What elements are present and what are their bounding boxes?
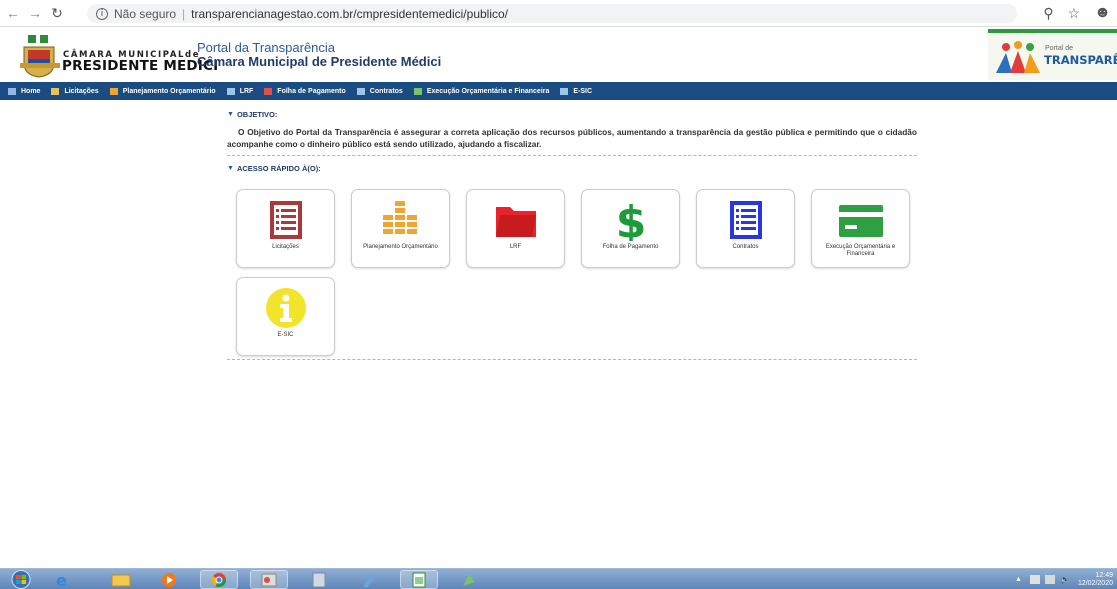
nav-item-icon	[413, 87, 422, 95]
transparency-logo-big: TRANSPARÊNCIA	[1044, 53, 1117, 67]
nav-item-icon	[226, 87, 235, 95]
quick-access-heading-text: ACESSO RÁPIDO À(O):	[236, 164, 321, 173]
nav-item-icon	[356, 87, 365, 95]
tile-label: LRF	[509, 244, 522, 250]
svg-text:e: e	[56, 572, 67, 588]
nav-item-home[interactable]: Home	[8, 87, 41, 95]
nav-item-label: Execução Orçamentária e Financeira	[426, 87, 550, 95]
windows-taskbar: e ▲ 🔈 12:49 12/02/2020	[0, 568, 1117, 589]
info-icon[interactable]: i	[96, 7, 108, 20]
tray-arrow-icon[interactable]: ▲	[1015, 576, 1022, 583]
tile-label: Planejamento Orçamentário	[363, 244, 438, 250]
transparency-logo[interactable]: Portal de TRANSPARÊNCIA	[988, 29, 1117, 80]
quick-access-heading: ▼ ACESSO RÁPIDO À(O):	[227, 164, 917, 173]
security-label: Não seguro	[114, 6, 177, 21]
nav-item-label: Licitações	[64, 87, 99, 95]
nav-item-execu-o-or-ament-ria-e-financeira[interactable]: Execução Orçamentária e Financeira	[413, 87, 550, 95]
nav-item-icon	[109, 87, 118, 95]
paint-icon[interactable]	[250, 570, 288, 589]
nav-item-label: Planejamento Orçamentário	[122, 87, 216, 95]
divider	[227, 359, 917, 360]
notepad-icon[interactable]	[350, 570, 388, 589]
tile-planejamento-orcamentario[interactable]: Planejamento Orçamentário	[351, 189, 450, 268]
crest-logo-icon[interactable]	[18, 33, 62, 79]
nav-item-licita-es[interactable]: Licitações	[51, 87, 99, 95]
display-icon[interactable]	[1044, 575, 1055, 584]
nav-item-icon	[264, 87, 273, 95]
divider	[227, 155, 917, 156]
tile-label: Folha de Pagamento	[602, 244, 659, 250]
nav-item-lrf[interactable]: LRF	[226, 87, 254, 95]
start-button-icon[interactable]	[8, 570, 34, 589]
nav-item-icon	[8, 87, 16, 95]
spreadsheet-icon[interactable]	[400, 570, 438, 589]
transparency-logo-small: Portal de	[1045, 45, 1074, 52]
dollar-icon: $	[609, 197, 653, 248]
tile-execucao-orcamentaria-e-financeira[interactable]: Execução Orçamentária e Financeira	[811, 189, 910, 268]
folder-icon	[494, 199, 538, 246]
url-text: transparencianagestao.com.br/cmpresident…	[191, 6, 509, 21]
caret-down-icon: ▼	[227, 111, 234, 118]
nav-item-planejamento-or-ament-rio[interactable]: Planejamento Orçamentário	[109, 87, 216, 95]
forward-arrow-icon[interactable]: →	[26, 4, 44, 22]
site-header: CÂMARA MUNICIPALde PRESIDENTE MEDICI Por…	[0, 27, 1117, 82]
tile-e-sic[interactable]: E-SIC	[236, 277, 335, 356]
clock-date: 12/02/2020	[1077, 579, 1113, 587]
media-player-icon[interactable]	[150, 570, 188, 589]
system-tray: ▲ 🔈 12:49 12/02/2020	[1015, 569, 1117, 589]
browser-toolbar: ← → ↻ i Não seguro | transparencianagest…	[0, 0, 1117, 27]
nav-item-e-sic[interactable]: E-SIC	[560, 87, 593, 95]
tile-contratos[interactable]: Contratos	[696, 189, 795, 268]
tile-label: Execução Orçamentária e Financeira	[825, 244, 896, 257]
tile-label: Licitações	[272, 244, 299, 250]
info-icon	[264, 287, 308, 334]
caret-down-icon: ▼	[227, 165, 234, 172]
tile-label: E-SIC	[277, 332, 294, 338]
tile-licitacoes[interactable]: Licitações	[236, 189, 335, 268]
ie-icon[interactable]: e	[44, 570, 82, 589]
reload-icon[interactable]: ↻	[48, 4, 66, 22]
tile-label: Contratos	[732, 244, 759, 250]
list-icon	[264, 199, 308, 246]
address-separator: |	[182, 6, 186, 21]
objective-text: O Objetivo do Portal da Transparência é …	[227, 127, 917, 149]
nav-item-icon	[51, 87, 60, 95]
clock-time: 12:49	[1095, 571, 1113, 579]
address-bar[interactable]: i Não seguro | transparencianagestao.com…	[87, 4, 1017, 23]
back-arrow-icon[interactable]: ←	[4, 4, 22, 22]
nav-item-label: LRF	[239, 87, 254, 95]
portal-subtitle: Câmara Municipal de Presidente Médici	[197, 54, 442, 69]
portal-title[interactable]: Portal da Transparência	[197, 40, 335, 55]
logo-line-2: PRESIDENTE MEDICI	[62, 58, 219, 74]
nav-item-label: Contratos	[369, 87, 403, 95]
bars-icon	[379, 199, 423, 246]
chrome-icon[interactable]	[200, 570, 238, 589]
nav-item-contratos[interactable]: Contratos	[356, 87, 403, 95]
nav-item-label: E-SIC	[573, 87, 593, 95]
tile-lrf[interactable]: LRF	[466, 189, 565, 268]
svg-text:$: $	[615, 199, 646, 241]
main-content: ▼ OBJETIVO: O Objetivo do Portal da Tran…	[227, 110, 917, 173]
card-icon	[838, 199, 883, 246]
people-icon	[996, 41, 1040, 73]
zoom-icon[interactable]: ⚲	[1043, 5, 1053, 22]
objective-heading: ▼ OBJETIVO:	[227, 110, 917, 119]
nav-item-icon	[560, 87, 569, 95]
nav-item-label: Folha de Pagamento	[277, 87, 346, 95]
explorer-folder-icon[interactable]	[102, 570, 140, 589]
nav-item-label: Home	[21, 87, 41, 95]
main-navbar: Home Licitações Planejamento Orçamentário L…	[0, 82, 1117, 100]
volume-icon[interactable]: 🔈	[1060, 575, 1070, 584]
clock[interactable]: 12:49 12/02/2020	[1078, 572, 1113, 588]
network-icon[interactable]	[1029, 575, 1040, 584]
bookmark-star-icon[interactable]: ☆	[1068, 5, 1081, 22]
nav-item-folha-de-pagamento[interactable]: Folha de Pagamento	[264, 87, 346, 95]
tile-folha-de-pagamento[interactable]: $ Folha de Pagamento	[581, 189, 680, 268]
calculator-icon[interactable]	[300, 570, 338, 589]
document-icon	[724, 199, 768, 246]
app-icon[interactable]	[450, 570, 488, 589]
objective-heading-text: OBJETIVO:	[236, 110, 278, 119]
profile-icon[interactable]: ☻	[1094, 4, 1111, 22]
